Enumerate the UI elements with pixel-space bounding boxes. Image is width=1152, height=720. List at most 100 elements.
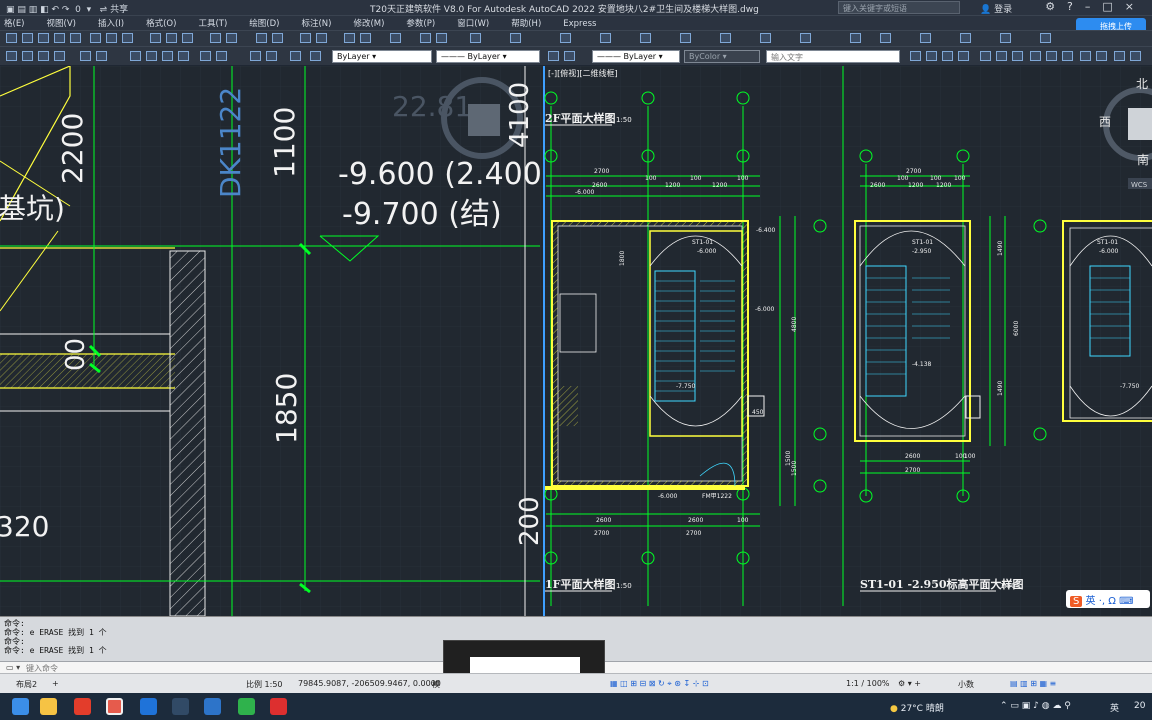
tool-icon[interactable]: [1080, 51, 1091, 61]
tool-icon[interactable]: [200, 51, 211, 61]
tool-icon[interactable]: [150, 33, 161, 43]
tool-icon[interactable]: [226, 33, 237, 43]
tool-icon[interactable]: [850, 33, 861, 43]
viewcube[interactable]: [468, 104, 500, 136]
tool-icon[interactable]: [960, 33, 971, 43]
tool-icon[interactable]: [1030, 51, 1041, 61]
menu-tools[interactable]: 工具(T): [198, 16, 227, 29]
tool-icon[interactable]: [360, 33, 371, 43]
tool-icon[interactable]: [290, 51, 301, 61]
menu-dimension[interactable]: 标注(N): [301, 16, 331, 29]
drawing-canvas[interactable]: 2200 1100 DK1122 -9.600 (2.400 -9.700 (结…: [0, 66, 1152, 616]
tool-icon[interactable]: [1130, 51, 1141, 61]
tool-icon[interactable]: [38, 33, 49, 43]
tool-icon[interactable]: [560, 33, 571, 43]
tool-icon[interactable]: [178, 51, 189, 61]
menu-express[interactable]: Express: [563, 18, 596, 29]
tool-icon[interactable]: [162, 51, 173, 61]
tool-icon[interactable]: [216, 51, 227, 61]
right-viewport[interactable]: [-][俯视][二维线框] 北 西 南 WCS 2F平面大样图 1:50 1F平…: [543, 66, 1152, 616]
tool-icon[interactable]: [1046, 51, 1057, 61]
window-controls[interactable]: ⚙?–□×: [1045, 0, 1146, 13]
layer-dropdown[interactable]: ByLayer ▾: [332, 50, 432, 63]
viewport-label[interactable]: [-][俯视][二维线框]: [548, 68, 618, 78]
tool-icon[interactable]: [310, 51, 321, 61]
tool-icon[interactable]: [1062, 51, 1073, 61]
tool-icon[interactable]: [300, 33, 311, 43]
app-icon[interactable]: [270, 698, 287, 715]
tool-icon[interactable]: [996, 51, 1007, 61]
tool-icon[interactable]: [344, 33, 355, 43]
tool-icon[interactable]: [980, 51, 991, 61]
quick-access-toolbar[interactable]: ▣ ▤ ▥ ◧ ↶ ↷ 0 ▾ ⇌ 共享: [6, 2, 128, 15]
menu-format[interactable]: 格式(O): [146, 16, 176, 29]
app-icon[interactable]: [140, 698, 157, 715]
tool-icon[interactable]: [470, 33, 481, 43]
tool-icon[interactable]: [1040, 33, 1051, 43]
tool-icon[interactable]: [390, 33, 401, 43]
tool-icon[interactable]: [800, 33, 811, 43]
tool-icon[interactable]: [166, 33, 177, 43]
tool-icon[interactable]: [122, 33, 133, 43]
status-tools[interactable]: ▦ ◫ ⊞ ⊟ ⊠ ↻ ⌖ ⊛ ↧ ⊹ ⊡: [610, 679, 709, 689]
tool-icon[interactable]: [130, 51, 141, 61]
add-layout-icon[interactable]: +: [52, 679, 59, 688]
tool-icon[interactable]: [564, 51, 575, 61]
menu-parameters[interactable]: 参数(P): [406, 16, 435, 29]
windows-start-icon[interactable]: [12, 698, 29, 715]
tool-icon[interactable]: [880, 33, 891, 43]
tool-icon[interactable]: [920, 33, 931, 43]
text-input[interactable]: 输入文字: [766, 50, 900, 63]
tool-icon[interactable]: [6, 33, 17, 43]
layout-tab[interactable]: 布局2: [16, 679, 37, 690]
tool-icon[interactable]: [54, 33, 65, 43]
tool-icon[interactable]: [256, 33, 267, 43]
lineweight-dropdown[interactable]: ——— ByLayer ▾: [592, 50, 680, 63]
menu-help[interactable]: 帮助(H): [511, 16, 541, 29]
tool-icon[interactable]: [1012, 51, 1023, 61]
login-button[interactable]: 👤 登录: [980, 2, 1012, 15]
help-search-input[interactable]: 键入关键字或短语: [838, 1, 960, 14]
menu-window[interactable]: 窗口(W): [457, 16, 489, 29]
cad-drawing[interactable]: 2200 1100 DK1122 -9.600 (2.400 -9.700 (结…: [0, 66, 1152, 616]
tool-icon[interactable]: [90, 33, 101, 43]
tool-icon[interactable]: [272, 33, 283, 43]
scale-indicator[interactable]: 比例 1:50: [246, 679, 283, 690]
workspace-icon[interactable]: ⚙ ▾ +: [898, 679, 921, 688]
tool-icon[interactable]: [720, 33, 731, 43]
app-icon[interactable]: [204, 698, 221, 715]
model-indicator[interactable]: 模: [432, 679, 440, 690]
tool-icon[interactable]: [958, 51, 969, 61]
menu-insert[interactable]: 插入(I): [98, 16, 124, 29]
tool-icon[interactable]: [680, 33, 691, 43]
tool-icon[interactable]: [436, 33, 447, 43]
color-dropdown[interactable]: ByColor ▾: [684, 50, 760, 63]
tool-icon[interactable]: [96, 51, 107, 61]
ime-toolbar[interactable]: S 英 ·, Ω ⌨: [1066, 590, 1150, 608]
tool-icon[interactable]: [1096, 51, 1107, 61]
quick-layer-value[interactable]: 0: [75, 5, 81, 15]
autocad-icon[interactable]: [74, 698, 91, 715]
tool-icon[interactable]: [760, 33, 771, 43]
tool-icon[interactable]: [910, 51, 921, 61]
file-explorer-icon[interactable]: [40, 698, 57, 715]
tool-icon[interactable]: [146, 51, 157, 61]
units-dropdown[interactable]: 小数: [958, 679, 974, 690]
tool-icon[interactable]: [420, 33, 431, 43]
tool-icon[interactable]: [54, 51, 65, 61]
tool-icon[interactable]: [510, 33, 521, 43]
app-icon[interactable]: [172, 698, 189, 715]
system-tray[interactable]: ⌃ ▭ ▣ ♪ ◍ ☁ ⚲: [1000, 701, 1071, 711]
tool-icon[interactable]: [80, 51, 91, 61]
tool-icon[interactable]: [182, 33, 193, 43]
autocad-active-icon[interactable]: [106, 698, 123, 715]
tool-icon[interactable]: [1000, 33, 1011, 43]
tool-icon[interactable]: [22, 33, 33, 43]
tool-icon[interactable]: [38, 51, 49, 61]
tool-icon[interactable]: [640, 33, 651, 43]
tool-icon[interactable]: [926, 51, 937, 61]
tool-icon[interactable]: [316, 33, 327, 43]
wechat-icon[interactable]: [238, 698, 255, 715]
tool-icon[interactable]: [6, 51, 17, 61]
share-button[interactable]: 共享: [110, 5, 128, 15]
